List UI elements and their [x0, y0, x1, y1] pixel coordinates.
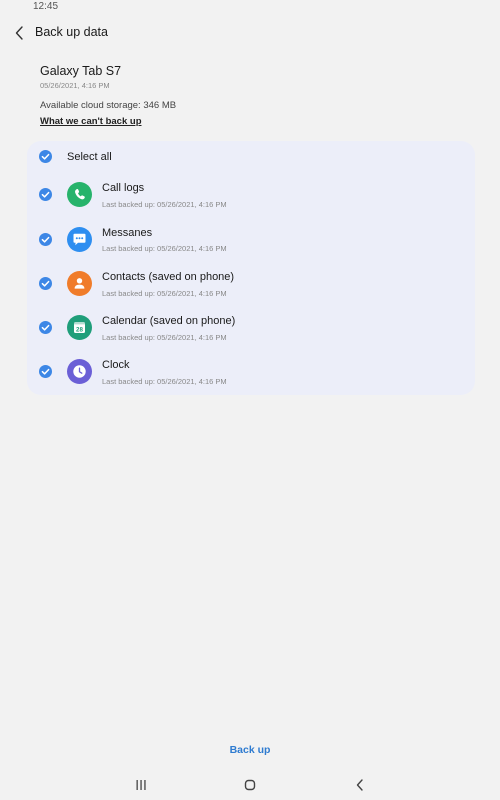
item-checkbox[interactable] [39, 321, 52, 334]
device-date: 05/26/2021, 4:16 PM [40, 81, 110, 90]
item-checkbox[interactable] [39, 277, 52, 290]
phone-icon [67, 182, 92, 207]
page-title: Back up data [35, 25, 108, 39]
home-icon [244, 779, 256, 791]
check-icon [41, 153, 50, 160]
status-time: 12:45 [33, 1, 59, 12]
device-name: Galaxy Tab S7 [40, 64, 122, 78]
item-label: Clock [102, 359, 130, 371]
item-last-backup: Last backed up: 05/26/2021, 4:16 PM [102, 244, 227, 253]
item-last-backup: Last backed up: 05/26/2021, 4:16 PM [102, 289, 227, 298]
backup-items-list: Select all Call logs Last backed up: 05/… [27, 141, 475, 395]
backup-screen: 12:45 Back up data Galaxy Tab S7 05/26/2… [0, 0, 500, 800]
back-icon [356, 779, 363, 791]
item-label: Call logs [102, 182, 145, 194]
check-icon [41, 324, 50, 331]
message-icon [67, 227, 92, 252]
back-up-button[interactable]: Back up [200, 744, 300, 762]
item-checkbox[interactable] [39, 365, 52, 378]
item-checkbox[interactable] [39, 233, 52, 246]
back-button[interactable] [10, 23, 30, 43]
select-all-row[interactable]: Select all [27, 141, 475, 173]
list-item-messages[interactable]: Messanes Last backed up: 05/26/2021, 4:1… [27, 217, 475, 261]
header: Back up data [0, 20, 500, 46]
select-all-label: Select all [67, 151, 112, 163]
calendar-icon: 28 [67, 315, 92, 340]
contact-icon [67, 271, 92, 296]
item-last-backup: Last backed up: 05/26/2021, 4:16 PM [102, 200, 227, 209]
cant-backup-link[interactable]: What we can't back up [40, 116, 142, 127]
check-icon [41, 368, 50, 375]
select-all-checkbox[interactable] [39, 150, 52, 163]
list-item-contacts[interactable]: Contacts (saved on phone) Last backed up… [27, 261, 475, 305]
clock-icon [67, 359, 92, 384]
check-icon [41, 191, 50, 198]
recents-button[interactable] [131, 777, 151, 793]
chevron-left-icon [15, 26, 23, 40]
status-bar: 12:45 [0, 0, 500, 14]
item-label: Calendar (saved on phone) [102, 315, 236, 327]
calendar-day-text: 28 [76, 326, 83, 333]
item-last-backup: Last backed up: 05/26/2021, 4:16 PM [102, 377, 227, 386]
navigation-bar [0, 770, 500, 800]
home-button[interactable] [240, 777, 260, 793]
item-label: Contacts (saved on phone) [102, 271, 235, 283]
item-last-backup: Last backed up: 05/26/2021, 4:16 PM [102, 333, 227, 342]
list-item-calendar[interactable]: 28 Calendar (saved on phone) Last backed… [27, 305, 475, 349]
nav-back-button[interactable] [350, 777, 370, 793]
check-icon [41, 280, 50, 287]
recents-icon [136, 780, 146, 790]
list-item-call-logs[interactable]: Call logs Last backed up: 05/26/2021, 4:… [27, 173, 475, 217]
storage-info: Available cloud storage: 346 MB [40, 100, 177, 111]
item-label: Messanes [102, 227, 153, 239]
list-item-clock[interactable]: Clock Last backed up: 05/26/2021, 4:16 P… [27, 349, 475, 393]
item-checkbox[interactable] [39, 188, 52, 201]
check-icon [41, 236, 50, 243]
